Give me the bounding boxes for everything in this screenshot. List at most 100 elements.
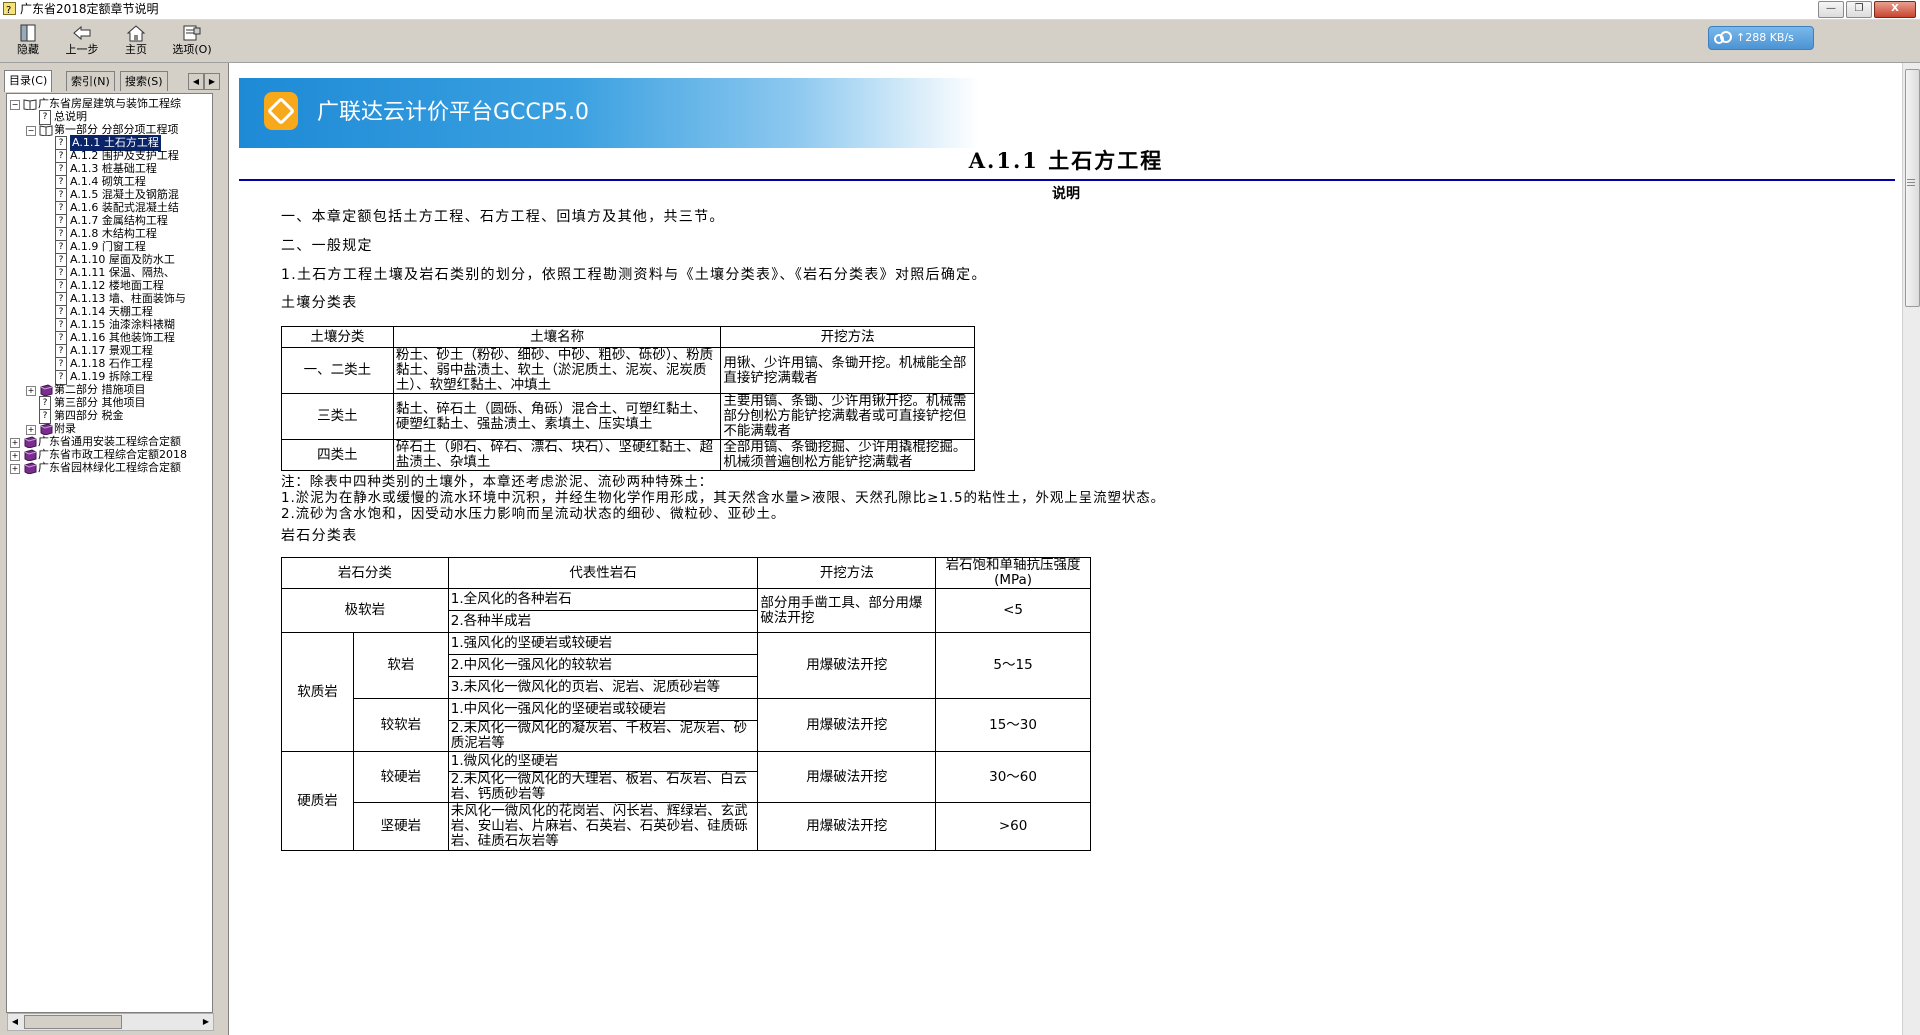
table-header-cell: 开挖方法	[720, 326, 975, 348]
table-cell: 主要用镐、条锄、少许用锹开挖。机械需部分刨松方能铲挖满载者或可直接铲挖但不能满载…	[720, 393, 975, 440]
table-header-cell: 代表性岩石	[447, 557, 759, 589]
scrollbar-thumb[interactable]	[1905, 69, 1920, 307]
table-row: 坚硬岩 未风化一微风化的花岗岩、闪长岩、辉绿岩、玄武岩、安山岩、片麻岩、石英岩、…	[282, 802, 1091, 851]
page-title: A.1.1 土石方工程	[968, 148, 1164, 173]
navigation-pane: 目录(C) 索引(N) 搜索(S) ◀ ▶ − 广东省房屋建筑与装饰工程综? 总说明…	[0, 63, 222, 1035]
table-cell: 部分用手凿工具、部分用爆破法开挖	[757, 588, 937, 633]
table-cell: 三类土	[281, 393, 394, 440]
table-cell: 用爆破法开挖	[757, 632, 937, 699]
table-cell: 3.未风化一微风化的页岩、泥岩、泥质砂岩等	[447, 676, 759, 699]
table-cell: 较软岩	[352, 698, 449, 752]
title-divider	[239, 179, 1895, 181]
table-row: 极软岩 1.全风化的各种岩石 部分用手凿工具、部分用爆破法开挖 <5	[281, 588, 1091, 633]
tree-item-label: 广东省园林绿化工程综合定额	[38, 461, 181, 474]
table-row: 四类土 碎石土（卵石、碎石、漂石、块石）、坚硬红黏土、超盐渍土、杂填土 全部用镐…	[281, 439, 975, 471]
table-cell: 软质岩	[281, 632, 354, 752]
table-cell: 2.中风化一强风化的较软岩	[447, 654, 759, 677]
table-cell: 较硬岩	[352, 751, 449, 803]
note: 2.流砂为含水饱和，因受动水压力影响而呈流动状态的细砂、微粒砂、亚砂土。	[281, 506, 786, 522]
table-cell: 2.未风化一微风化的大理岩、板岩、石灰岩、白云岩、钙质砂岩等	[447, 771, 759, 803]
table-cell: <5	[935, 588, 1091, 633]
table-cell: 2.未风化一微风化的凝灰岩、千枚岩、泥灰岩、砂质泥岩等	[447, 720, 759, 752]
table-cell: 四类土	[281, 439, 394, 471]
hide-button[interactable]: 隐藏	[0, 24, 56, 60]
table-cell: 1.全风化的各种岩石	[447, 588, 759, 611]
options-icon	[183, 25, 201, 41]
scrollbar-thumb[interactable]	[24, 1015, 122, 1029]
home-icon	[126, 25, 146, 42]
gldsoft-logo-icon	[264, 92, 298, 130]
table-cell: >60	[935, 802, 1091, 851]
tree-item[interactable]: + 广东省园林绿化工程综合定额	[7, 460, 212, 476]
back-label: 上一步	[65, 43, 99, 56]
scroll-right-arrow-icon[interactable]: ▶	[199, 1014, 213, 1030]
table-row: 硬质岩 较硬岩 1.微风化的坚硬岩 用爆破法开挖 30～60	[281, 751, 1091, 851]
home-button[interactable]: 主页	[108, 24, 164, 60]
banner: 广联达云计价平台GCCP5.0	[239, 78, 979, 148]
tab-search[interactable]: 搜索(S)	[120, 71, 168, 91]
table-row: 一、二类土 粉土、砂土（粉砂、细砂、中砂、粗砂、砾砂）、粉质黏土、弱中盐渍土、软…	[281, 347, 975, 394]
table-cell: 5～15	[935, 632, 1091, 699]
table-cell: 30～60	[935, 751, 1091, 803]
paragraph: 一、本章定额包括土方工程、石方工程、回填方及其他，共三节。	[281, 209, 725, 225]
paragraph: 1.土石方工程土壤及岩石类别的划分，依照工程勘测资料与《土壤分类表》、《岩石分类…	[281, 267, 987, 283]
cloud-icon	[1714, 31, 1732, 44]
hide-icon	[20, 24, 36, 42]
options-button[interactable]: 选项(O)	[164, 24, 220, 60]
minimize-button[interactable]: —	[1818, 1, 1844, 18]
table-cell: 黏土、碎石土（圆砾、角砾）混合土、可塑红黏土、硬塑红黏土、强盐渍土、素填土、压实…	[392, 393, 722, 440]
back-arrow-icon	[73, 25, 91, 41]
tab-index[interactable]: 索引(N)	[66, 71, 115, 91]
expand-icon[interactable]: +	[10, 464, 20, 474]
nav-tabs: 目录(C) 索引(N) 搜索(S) ◀ ▶	[4, 70, 220, 92]
table-cell: 软岩	[352, 632, 449, 699]
paragraph: 二、一般规定	[281, 238, 373, 254]
title-bar: ? 广东省2018定额章节说明 — ❐ X	[0, 0, 1920, 20]
home-label: 主页	[125, 43, 147, 56]
table-cell: 粉土、砂土（粉砂、细砂、中砂、粗砂、砾砂）、粉质黏土、弱中盐渍土、软土（淤泥质土…	[392, 347, 722, 394]
contents-tree: − 广东省房屋建筑与装饰工程综? 总说明 − 第一部分 分部分项工程项? A.1.1 土石…	[6, 93, 213, 1013]
table-cell: 坚硬岩	[352, 802, 449, 851]
table-header-cell: 土壤名称	[392, 326, 722, 348]
maximize-button[interactable]: ❐	[1846, 1, 1872, 18]
table-header-cell: 开挖方法	[757, 557, 937, 589]
table-header-cell: 土壤分类	[281, 326, 394, 348]
table-cell: 极软岩	[281, 588, 449, 633]
table-header-cell: 岩石分类	[281, 557, 449, 589]
scroll-left-arrow-icon[interactable]: ◀	[8, 1014, 22, 1030]
network-speed-widget[interactable]: ↑288 KB/s	[1708, 26, 1814, 50]
table-cell: 硬质岩	[281, 751, 354, 851]
tree-horizontal-scrollbar[interactable]: ◀ ▶	[7, 1013, 214, 1031]
tab-contents[interactable]: 目录(C)	[4, 70, 53, 92]
table-cell: 用锹、少许用镐、条锄开挖。机械能全部直接铲挖满载者	[720, 347, 975, 394]
table-row: 较软岩 1.中风化一强风化的坚硬岩或较硬岩 用爆破法开挖 15～30	[282, 698, 1091, 752]
toolbar: 隐藏 上一步 主页 选项(O) ↑288 KB/s	[0, 20, 1920, 63]
back-button[interactable]: 上一步	[54, 24, 110, 60]
table-header-row: 岩石分类 代表性岩石 开挖方法 岩石饱和单轴抗压强度(MPa)	[281, 557, 1091, 589]
table-cell: 2.各种半成岩	[447, 610, 759, 633]
options-label: 选项(O)	[172, 43, 212, 56]
close-button[interactable]: X	[1874, 1, 1916, 18]
note: 1.淤泥为在静水或缓慢的流水环境中沉积，并经生物化学作用形成，其天然含水量>液限…	[281, 490, 1166, 506]
table-header-row: 土壤分类 土壤名称 开挖方法	[281, 326, 975, 348]
table-header-cell: 岩石饱和单轴抗压强度(MPa)	[935, 557, 1091, 589]
hide-label: 隐藏	[17, 43, 39, 56]
table-cell: 1.中风化一强风化的坚硬岩或较硬岩	[447, 698, 759, 721]
rock-classification-table: 岩石分类 代表性岩石 开挖方法 岩石饱和单轴抗压强度(MPa) 极软岩 1.全风…	[281, 557, 1091, 851]
tab-scroll-right-button[interactable]: ▶	[204, 73, 220, 90]
table-cell: 1.微风化的坚硬岩	[447, 751, 759, 772]
table-cell: 用爆破法开挖	[757, 802, 937, 851]
note: 注：除表中四种类别的土壤外，本章还考虑淤泥、流砂两种特殊土：	[281, 474, 713, 490]
table-cell: 用爆破法开挖	[757, 751, 937, 803]
scrollbar-grip-icon	[1907, 179, 1915, 180]
closed-book-icon	[24, 462, 37, 474]
soil-classification-table: 土壤分类 土壤名称 开挖方法 一、二类土 粉土、砂土（粉砂、细砂、中砂、粗砂、砾…	[281, 326, 975, 471]
svg-text:?: ?	[6, 5, 11, 15]
table-caption: 土壤分类表	[281, 295, 358, 311]
table-caption: 岩石分类表	[281, 528, 358, 544]
tab-scroll-left-button[interactable]: ◀	[188, 73, 204, 90]
table-cell: 全部用镐、条锄挖掘、少许用撬棍挖掘。机械须普遍刨松方能铲挖满载者	[720, 439, 975, 471]
table-row: 软质岩 软岩 1.强风化的坚硬岩或较硬岩 用爆破法开挖 5～15	[281, 632, 1091, 752]
document-vertical-scrollbar[interactable]	[1902, 63, 1920, 1035]
section-subtitle: 说明	[1052, 186, 1080, 202]
